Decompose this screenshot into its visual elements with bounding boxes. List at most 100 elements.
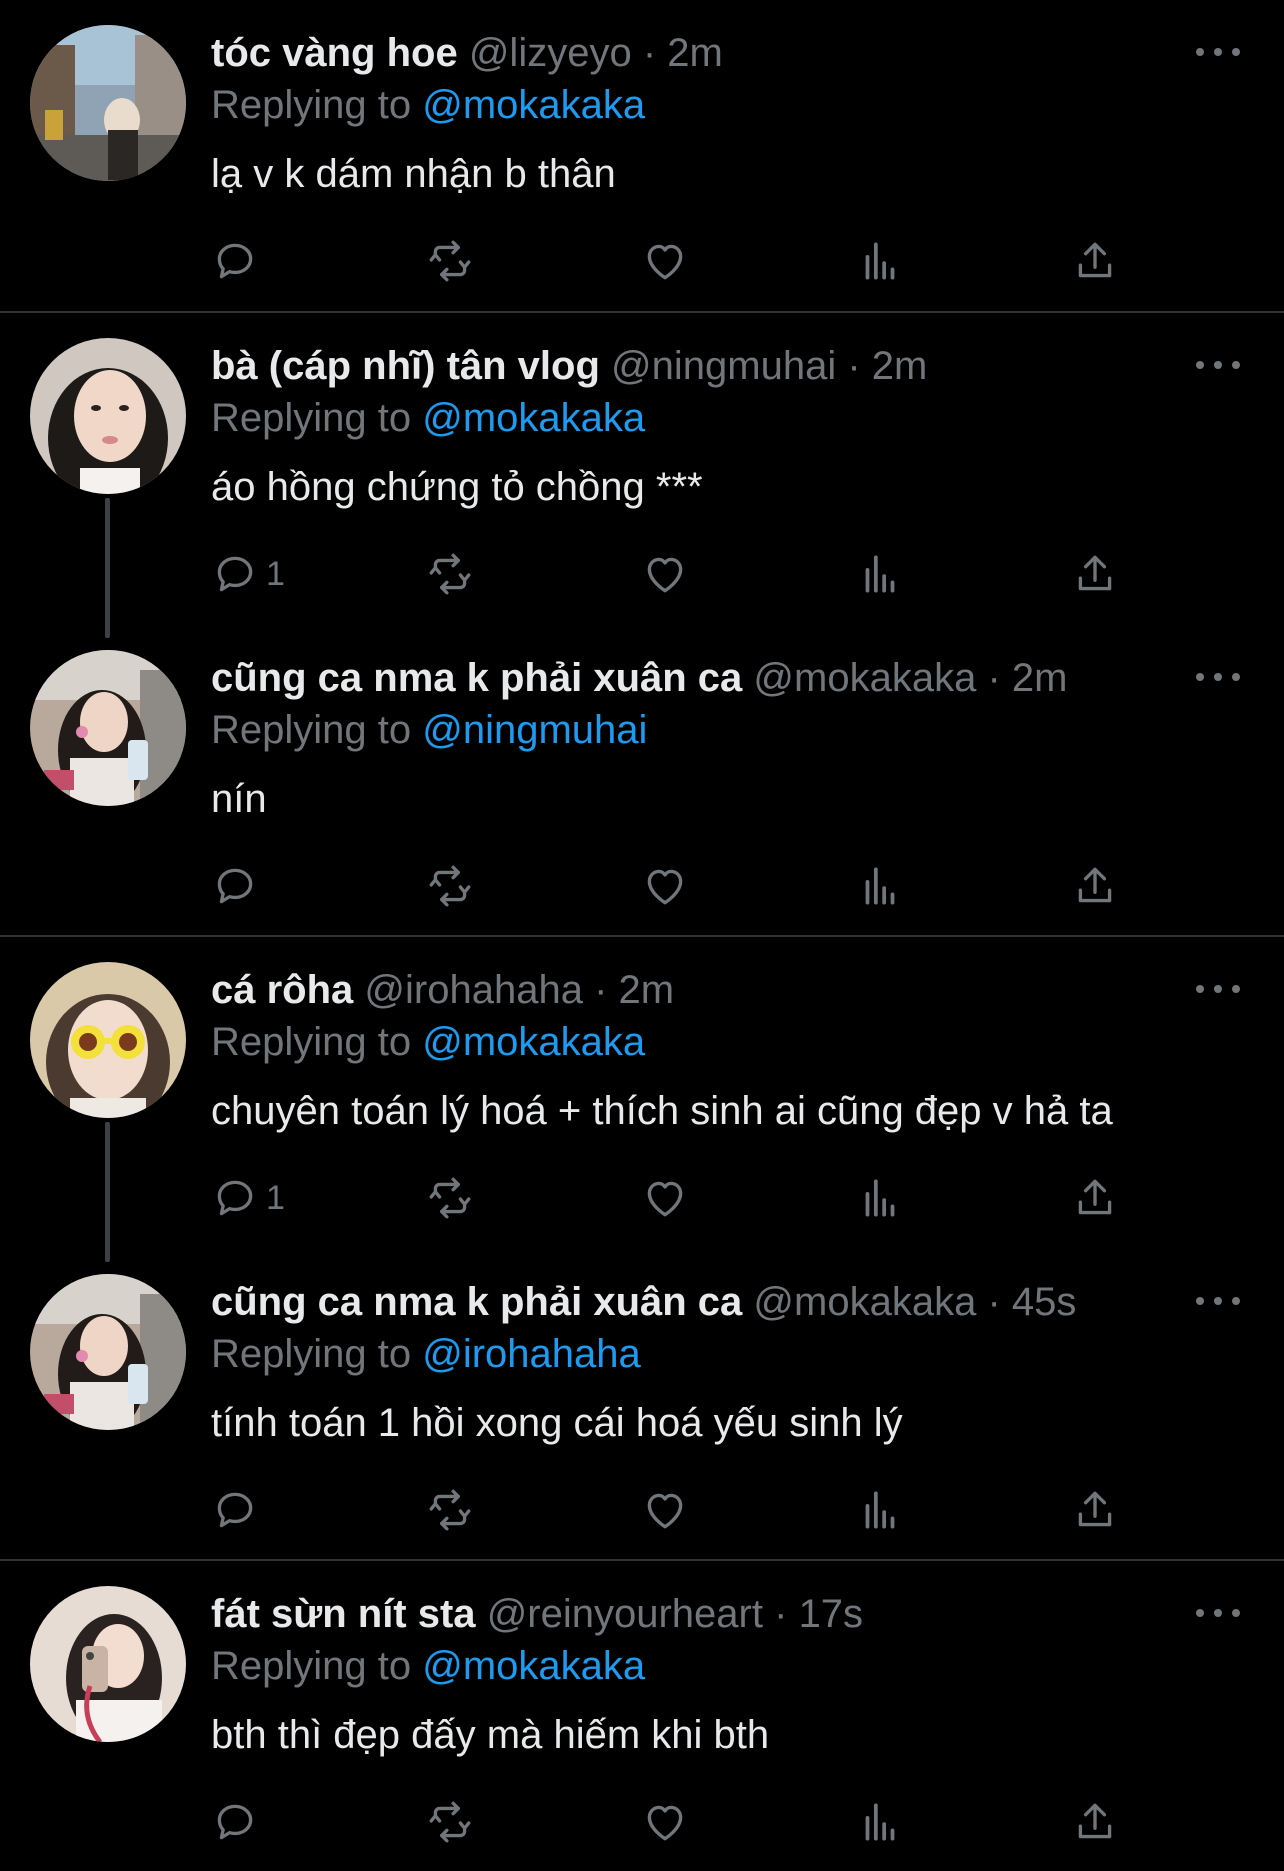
retweet-button[interactable]	[425, 858, 475, 914]
share-button[interactable]	[1070, 858, 1120, 914]
user-handle[interactable]: @mokakaka	[753, 656, 976, 700]
share-button[interactable]	[1070, 1170, 1120, 1226]
like-button[interactable]	[640, 233, 690, 289]
share-button[interactable]	[1070, 233, 1120, 289]
timestamp[interactable]: 45s	[1012, 1280, 1077, 1324]
reply-button[interactable]	[210, 858, 266, 914]
tweet-text: lạ v k dám nhận b thân	[211, 152, 616, 196]
reply-button[interactable]: 1	[210, 546, 285, 602]
action-bar: 1	[210, 546, 1130, 602]
like-button[interactable]	[640, 546, 690, 602]
views-chart-icon	[865, 1179, 895, 1217]
like-button[interactable]	[640, 1794, 690, 1850]
share-upload-icon	[1078, 1803, 1112, 1839]
retweet-button[interactable]	[425, 1482, 475, 1538]
display-name[interactable]: tóc vàng hoe	[211, 31, 458, 75]
separator-dot: ·	[774, 1592, 788, 1636]
tweet[interactable]: cũng ca nma k phải xuân ca @mokakaka · 4…	[0, 1249, 1284, 1561]
user-handle[interactable]: @reinyourheart	[487, 1592, 763, 1636]
user-handle[interactable]: @irohahaha	[364, 968, 583, 1012]
tweet-header: cũng ca nma k phải xuân ca @mokakaka · 2…	[211, 653, 1068, 703]
action-bar	[210, 233, 1130, 289]
retweet-button[interactable]	[425, 546, 475, 602]
views-button[interactable]	[855, 546, 905, 602]
more-horizontal-icon[interactable]	[1196, 345, 1240, 385]
tweet[interactable]: bà (cáp nhĩ) tân vlog @ningmuhai · 2m Re…	[0, 313, 1284, 638]
mention-link[interactable]: @mokakaka	[422, 396, 645, 440]
avatar[interactable]	[30, 962, 186, 1118]
user-handle[interactable]: @mokakaka	[753, 1280, 976, 1324]
more-horizontal-icon[interactable]	[1196, 969, 1240, 1009]
reply-button[interactable]: 1	[210, 1170, 285, 1226]
mention-link[interactable]: @irohahaha	[422, 1332, 641, 1376]
views-button[interactable]	[855, 858, 905, 914]
timestamp[interactable]: 2m	[619, 968, 675, 1012]
mention-link[interactable]: @mokakaka	[422, 1020, 645, 1064]
share-upload-icon	[1078, 1491, 1112, 1527]
timestamp[interactable]: 2m	[1012, 656, 1068, 700]
display-name[interactable]: fát sừn nít sta	[211, 1592, 476, 1636]
tweet[interactable]: cá rôha @irohahaha · 2m Replying to @mok…	[0, 937, 1284, 1262]
reply-button[interactable]	[210, 233, 266, 289]
display-name[interactable]: bà (cáp nhĩ) tân vlog	[211, 344, 600, 388]
display-name[interactable]: cá rôha	[211, 968, 353, 1012]
share-button[interactable]	[1070, 1794, 1120, 1850]
reply-bubble-icon	[217, 1492, 253, 1528]
avatar[interactable]	[30, 1586, 186, 1742]
retweet-icon	[429, 553, 471, 595]
views-button[interactable]	[855, 233, 905, 289]
thread-line	[105, 498, 110, 638]
more-horizontal-icon[interactable]	[1196, 1281, 1240, 1321]
tweet[interactable]: tóc vàng hoe @lizyeyo · 2m Replying to @…	[0, 0, 1284, 312]
reply-button[interactable]	[210, 1794, 266, 1850]
reply-bubble-icon	[217, 243, 253, 279]
timestamp[interactable]: 17s	[799, 1592, 864, 1636]
retweet-button[interactable]	[425, 1170, 475, 1226]
views-button[interactable]	[855, 1794, 905, 1850]
timestamp[interactable]: 2m	[667, 31, 723, 75]
tweet-text: tính toán 1 hồi xong cái hoá yếu sinh lý	[211, 1401, 903, 1445]
more-horizontal-icon[interactable]	[1196, 32, 1240, 72]
tweet-text: chuyên toán lý hoá + thích sinh ai cũng …	[211, 1089, 1113, 1133]
views-chart-icon	[865, 867, 895, 905]
more-horizontal-icon[interactable]	[1196, 1593, 1240, 1633]
separator-dot: ·	[847, 344, 861, 388]
share-button[interactable]	[1070, 546, 1120, 602]
display-name[interactable]: cũng ca nma k phải xuân ca	[211, 1280, 742, 1324]
user-handle[interactable]: @ningmuhai	[611, 344, 836, 388]
like-button[interactable]	[640, 1482, 690, 1538]
views-button[interactable]	[855, 1170, 905, 1226]
share-button[interactable]	[1070, 1482, 1120, 1538]
views-button[interactable]	[855, 1482, 905, 1538]
reply-button[interactable]	[210, 1482, 266, 1538]
retweet-button[interactable]	[425, 1794, 475, 1850]
retweet-button[interactable]	[425, 233, 475, 289]
avatar[interactable]	[30, 1274, 186, 1430]
heart-icon	[647, 869, 683, 905]
tweet-header: bà (cáp nhĩ) tân vlog @ningmuhai · 2m	[211, 341, 927, 391]
like-button[interactable]	[640, 1170, 690, 1226]
separator-dot: ·	[987, 656, 1001, 700]
user-handle[interactable]: @lizyeyo	[469, 31, 632, 75]
timestamp[interactable]: 2m	[872, 344, 928, 388]
separator-dot: ·	[642, 31, 657, 75]
reply-feed: tóc vàng hoe @lizyeyo · 2m Replying to @…	[0, 0, 1284, 1871]
reply-count: 1	[266, 1178, 285, 1217]
tweet[interactable]: fát sừn nít sta @reinyourheart · 17s Rep…	[0, 1561, 1284, 1871]
tweet-header: fát sừn nít sta @reinyourheart · 17s	[211, 1589, 863, 1639]
tweet-header: cá rôha @irohahaha · 2m	[211, 965, 674, 1015]
tweet-text: nín	[211, 777, 267, 821]
reply-count: 1	[266, 554, 285, 593]
mention-link[interactable]: @mokakaka	[422, 1644, 645, 1688]
mention-link[interactable]: @ningmuhai	[422, 708, 647, 752]
avatar[interactable]	[30, 25, 186, 181]
avatar[interactable]	[30, 338, 186, 494]
more-horizontal-icon[interactable]	[1196, 657, 1240, 697]
mention-link[interactable]: @mokakaka	[422, 83, 645, 127]
display-name[interactable]: cũng ca nma k phải xuân ca	[211, 656, 742, 700]
replying-to: Replying to @mokakaka	[211, 1641, 645, 1691]
tweet[interactable]: cũng ca nma k phải xuân ca @mokakaka · 2…	[0, 625, 1284, 937]
avatar[interactable]	[30, 650, 186, 806]
tweet-header: tóc vàng hoe @lizyeyo · 2m	[211, 28, 723, 78]
like-button[interactable]	[640, 858, 690, 914]
